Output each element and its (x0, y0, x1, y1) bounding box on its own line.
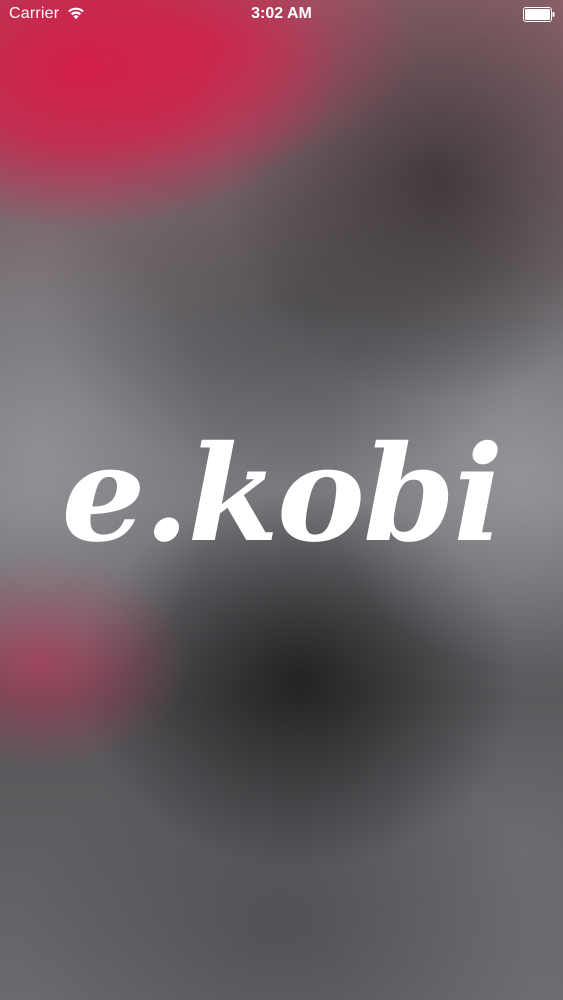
status-time: 3:02 AM (251, 5, 312, 22)
battery-icon (523, 7, 555, 22)
app-logo: e.kobi (61, 417, 504, 572)
splash-screen: Carrier 3:02 AM e.kobi (0, 0, 563, 1000)
status-bar: Carrier 3:02 AM (0, 0, 563, 30)
